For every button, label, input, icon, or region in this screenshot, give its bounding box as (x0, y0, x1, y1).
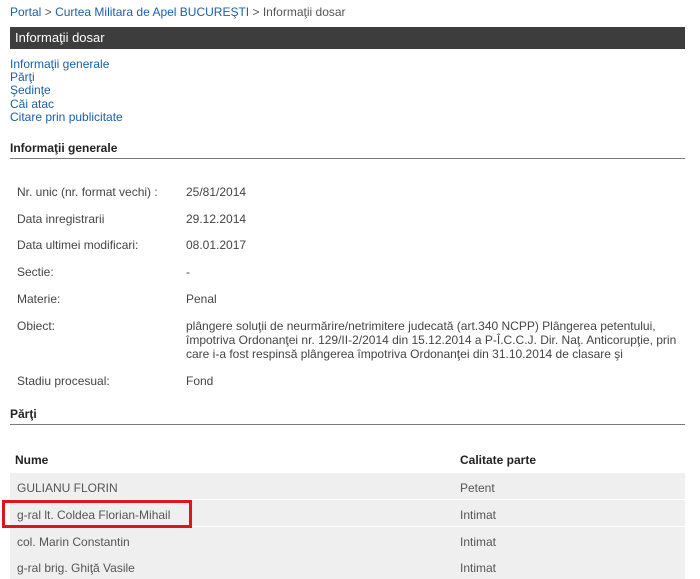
breadcrumb-separator: > (252, 5, 260, 19)
breadcrumb-court-link[interactable]: Curtea Militara de Apel BUCUREŞTI (55, 5, 249, 19)
page-title: Informaţii dosar (10, 27, 685, 49)
table-row: g-ral brig. Ghiţă Vasile Intimat (10, 553, 685, 579)
breadcrumb-portal-link[interactable]: Portal (10, 5, 41, 19)
info-label: Data inregistrarii (17, 212, 105, 226)
table-row: g-ral lt. Coldea Florian-Mihail Intimat (10, 500, 685, 526)
parti-table-header: Nume Calitate parte (10, 450, 685, 472)
cell-calitate: Intimat (460, 535, 497, 549)
breadcrumb-current: Informaţii dosar (262, 5, 346, 19)
info-label: Materie: (17, 292, 61, 306)
info-value: plângere soluţii de neurmărire/netrimite… (186, 319, 677, 361)
info-value: Fond (186, 374, 214, 388)
info-label: Obiect: (17, 319, 56, 333)
info-label: Nr. unic (nr. format vechi) : (17, 185, 158, 199)
cell-calitate: Intimat (460, 561, 497, 575)
info-label: Sectie: (17, 265, 54, 279)
info-value: Penal (186, 292, 217, 306)
cell-nume: g-ral brig. Ghiţă Vasile (17, 561, 135, 575)
table-row: GULIANU FLORIN Petent (10, 473, 685, 499)
breadcrumb: Portal > Curtea Militara de Apel BUCUREŞ… (10, 5, 346, 19)
cell-nume: g-ral lt. Coldea Florian-Mihail (17, 508, 171, 522)
cell-calitate: Petent (460, 481, 495, 495)
cell-nume: GULIANU FLORIN (17, 481, 118, 495)
nav-link-cai-atac[interactable]: Căi atac (10, 97, 123, 111)
info-value: 25/81/2014 (186, 185, 247, 199)
nav-link-sedinte[interactable]: Şedinţe (10, 84, 123, 97)
column-header-nume: Nume (15, 453, 49, 467)
section-nav: Informaţii generale Părţi Şedinţe Căi at… (10, 57, 123, 124)
nav-link-citare[interactable]: Citare prin publicitate (10, 110, 123, 124)
info-label: Stadiu procesual: (17, 374, 110, 388)
table-row: col. Marin Constantin Intimat (10, 527, 685, 553)
info-value: 08.01.2017 (186, 238, 247, 252)
breadcrumb-separator: > (44, 5, 52, 19)
section-heading-general: Informaţii generale (10, 141, 685, 159)
cell-nume: col. Marin Constantin (17, 535, 130, 549)
info-label: Data ultimei modificari: (17, 238, 139, 252)
cell-calitate: Intimat (460, 508, 497, 522)
section-heading-parti: Părţi (10, 407, 685, 425)
info-value: - (186, 265, 190, 279)
column-header-calitate: Calitate parte (460, 453, 537, 467)
info-value: 29.12.2014 (186, 212, 247, 226)
